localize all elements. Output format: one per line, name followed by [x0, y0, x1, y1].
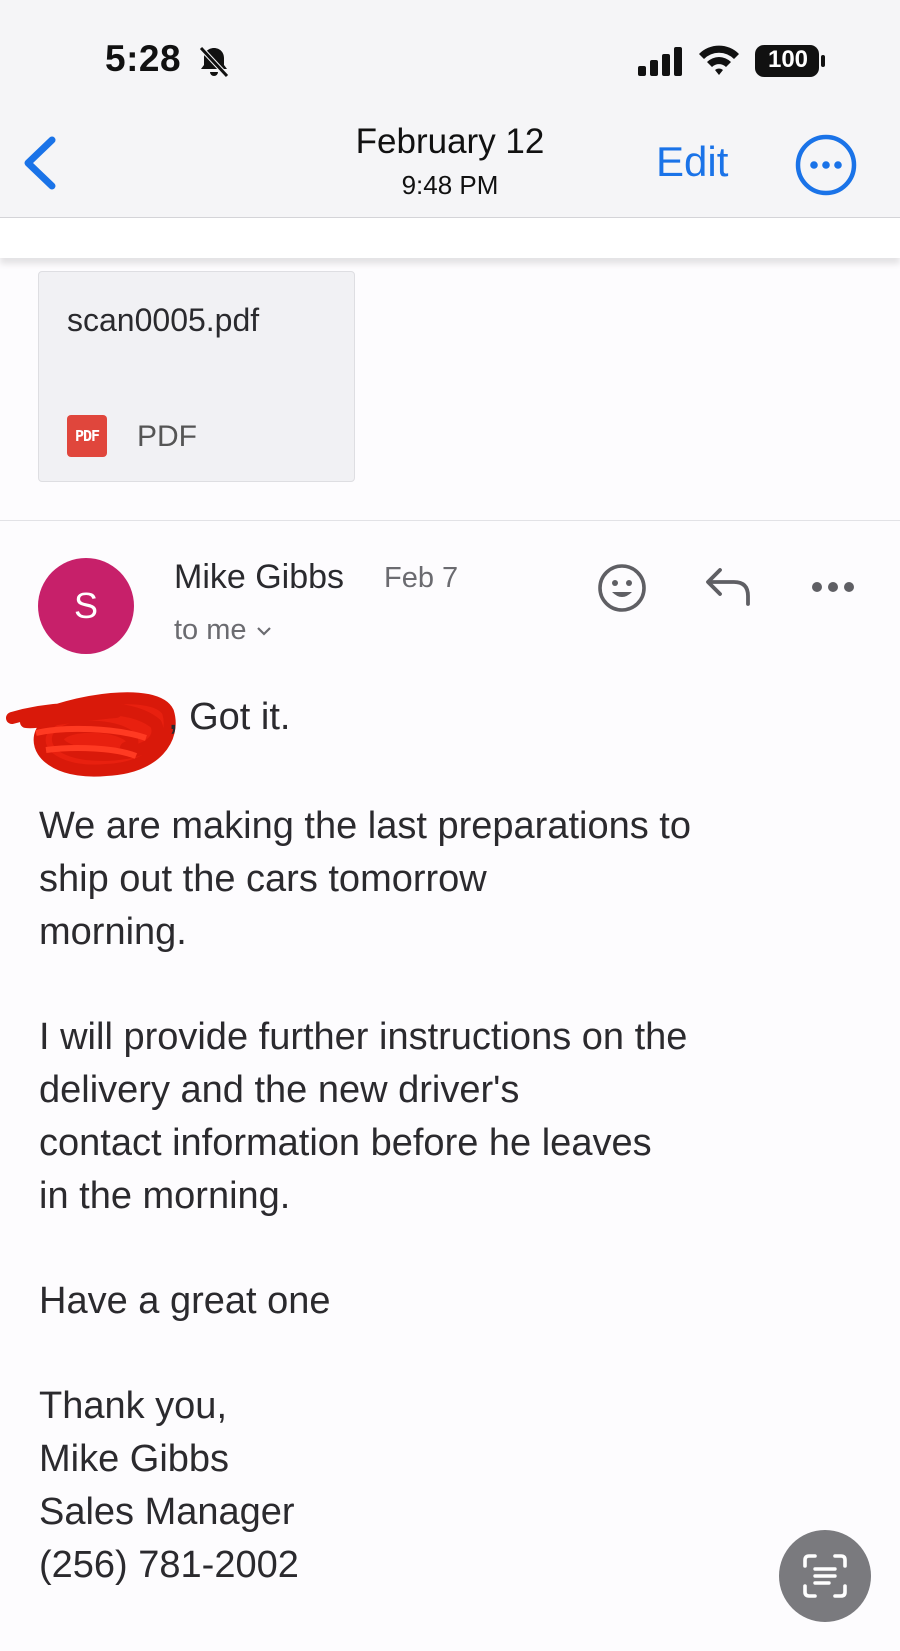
- pdf-icon: PDF: [67, 415, 107, 457]
- nav-title: February 12: [355, 122, 545, 161]
- redaction-scribble: [6, 692, 176, 777]
- attachment-card[interactable]: scan0005.pdf PDF PDF: [38, 271, 355, 482]
- message-date: Feb 7: [384, 562, 459, 594]
- wifi-icon: [699, 45, 739, 75]
- chevron-down-icon: [256, 627, 271, 636]
- message-divider: [0, 520, 900, 521]
- greeting-text: , Got it.: [168, 696, 291, 738]
- recipient-label: to me: [174, 614, 247, 646]
- signature: Thank you, Mike Gibbs Sales Manager (256…: [39, 1385, 299, 1586]
- text-scan-icon: [803, 1554, 847, 1598]
- status-time: 5:28: [105, 38, 182, 79]
- recipient-details[interactable]: to me: [174, 614, 273, 647]
- nav-subtitle: 9:48 PM: [401, 170, 499, 200]
- body-paragraph: I will provide further instructions on t…: [39, 1016, 688, 1217]
- live-text-button[interactable]: [779, 1530, 871, 1622]
- attachment-type: PDF: [137, 420, 197, 453]
- app-header: 5:28 100 February 12 9:48 PM Edit: [0, 0, 900, 218]
- bell-slash-icon: [199, 46, 229, 78]
- emoji-icon[interactable]: [596, 562, 648, 614]
- edit-button[interactable]: Edit: [656, 138, 728, 186]
- battery-level: 100: [767, 46, 809, 73]
- back-chevron-icon[interactable]: [18, 134, 62, 192]
- sender-name[interactable]: Mike Gibbs: [174, 558, 344, 597]
- more-dots-icon[interactable]: [810, 580, 856, 594]
- reply-icon[interactable]: [704, 566, 754, 608]
- body-paragraph: Have a great one: [39, 1280, 331, 1322]
- attachment-filename: scan0005.pdf: [67, 302, 260, 338]
- avatar[interactable]: S: [38, 558, 134, 654]
- signal-icon: [638, 47, 682, 76]
- more-circle-icon[interactable]: [794, 133, 858, 197]
- body-paragraph: We are making the last preparations to s…: [39, 805, 691, 953]
- thread-collapsed-bar: [0, 218, 900, 258]
